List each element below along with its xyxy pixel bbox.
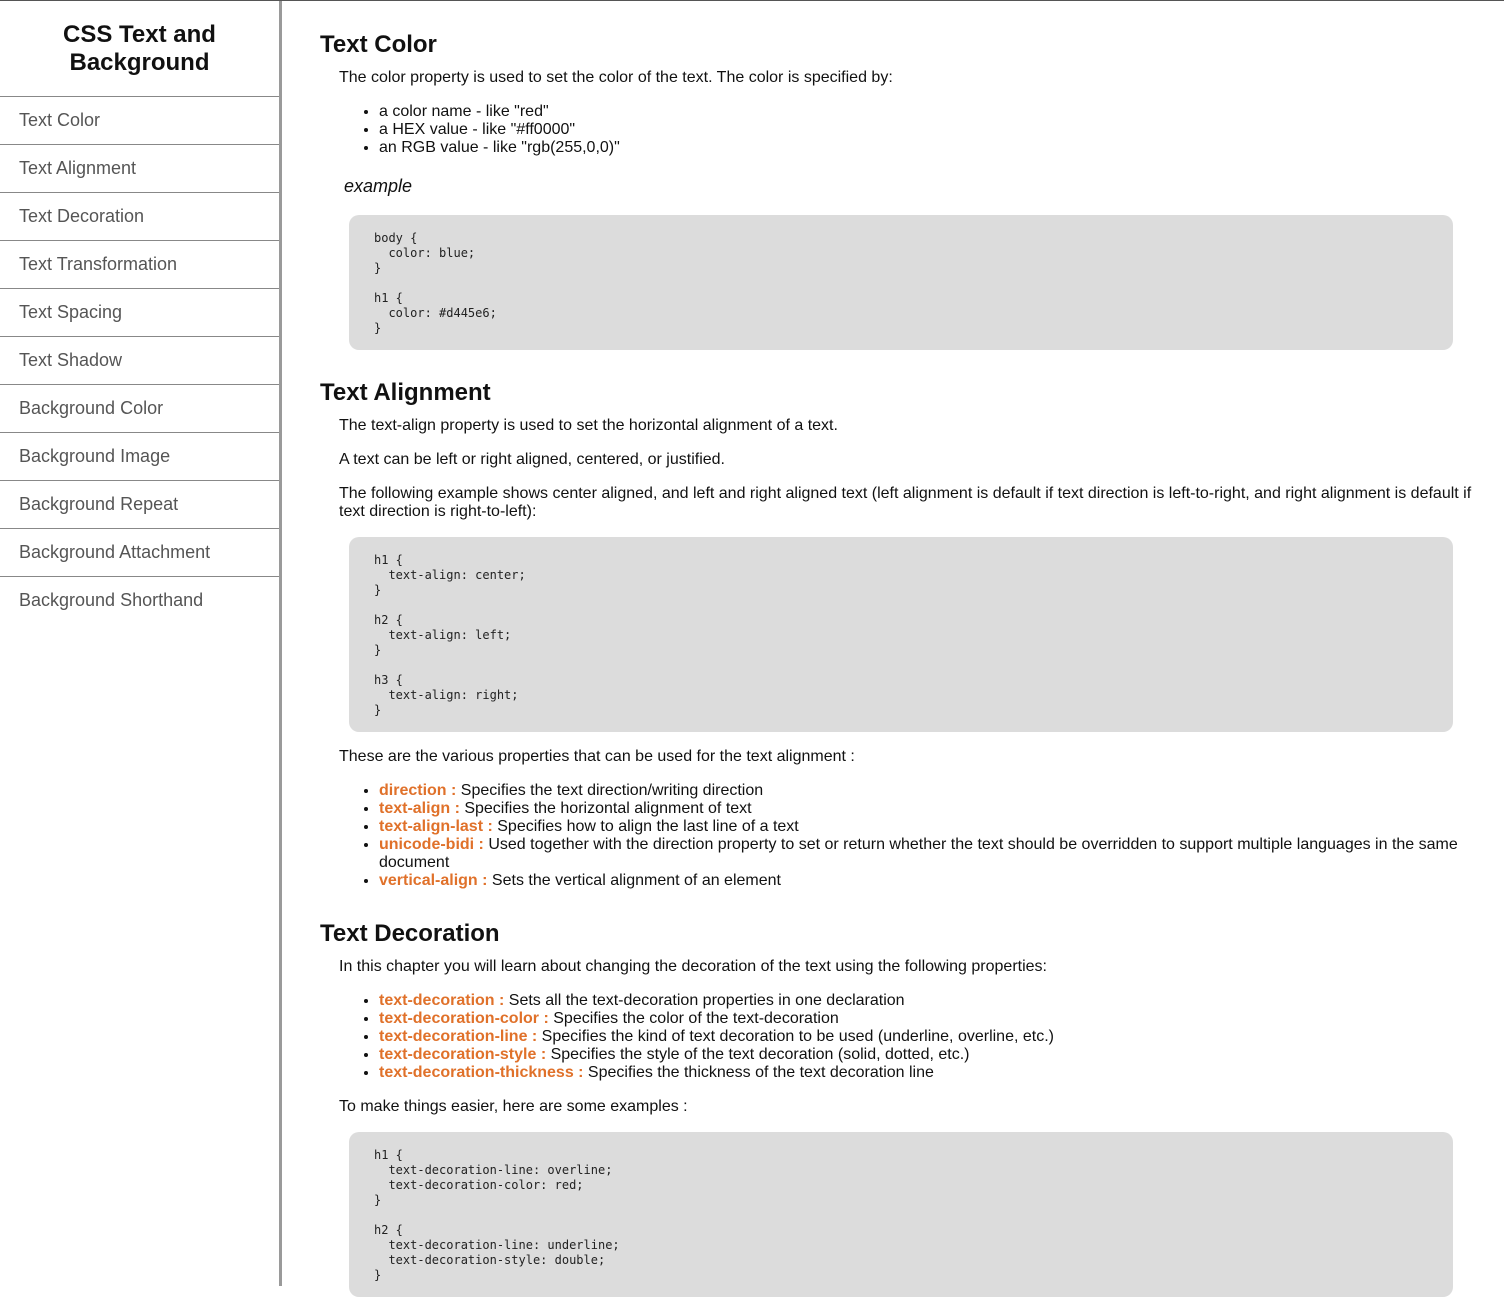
section-text-decoration: Text Decoration In this chapter you will… — [320, 920, 1472, 1297]
paragraph: The following example shows center align… — [339, 485, 1472, 520]
property-description: Specifies the text direction/writing dir… — [456, 782, 764, 799]
property-name: text-decoration : — [379, 992, 505, 1009]
sidebar-nav: Text Color Text Alignment Text Decoratio… — [0, 97, 279, 624]
paragraph: These are the various properties that ca… — [339, 748, 855, 765]
list-item: an RGB value - like "rgb(255,0,0)" — [379, 139, 1472, 157]
property-name: direction : — [379, 782, 457, 799]
sidebar-item-background-shorthand[interactable]: Background Shorthand — [0, 577, 279, 624]
sidebar-item-text-color[interactable]: Text Color — [0, 97, 279, 145]
property-name: text-decoration-color : — [379, 1010, 549, 1027]
sidebar-item-text-transformation[interactable]: Text Transformation — [0, 241, 279, 289]
list-item: text-align-last : Specifies how to align… — [379, 818, 1472, 836]
paragraph: A text can be left or right aligned, cen… — [339, 451, 725, 468]
sidebar-item-text-decoration[interactable]: Text Decoration — [0, 193, 279, 241]
sidebar-item-background-color[interactable]: Background Color — [0, 385, 279, 433]
property-name: text-decoration-style : — [379, 1046, 547, 1063]
paragraph: The text-align property is used to set t… — [339, 417, 838, 434]
bullet-list: a color name - like "red" a HEX value - … — [320, 103, 1472, 157]
list-item: direction : Specifies the text direction… — [379, 782, 1472, 800]
sidebar-item-background-repeat[interactable]: Background Repeat — [0, 481, 279, 529]
list-item: text-align : Specifies the horizontal al… — [379, 800, 1472, 818]
section-heading: Text Alignment — [320, 379, 491, 406]
code-block: h1 { text-decoration-line: overline; tex… — [349, 1132, 1453, 1297]
sidebar: CSS Text and Background Text Color Text … — [0, 1, 282, 1286]
property-name: vertical-align : — [379, 872, 488, 889]
list-item: unicode-bidi : Used together with the di… — [379, 836, 1472, 872]
paragraph: In this chapter you will learn about cha… — [339, 958, 1047, 975]
property-description: Specifies the kind of text decoration to… — [537, 1028, 1054, 1045]
sidebar-item-text-alignment[interactable]: Text Alignment — [0, 145, 279, 193]
property-name: text-align-last : — [379, 818, 493, 835]
section-heading: Text Decoration — [320, 920, 500, 947]
list-item: text-decoration : Sets all the text-deco… — [379, 992, 1472, 1010]
property-name: text-align : — [379, 800, 460, 817]
property-list: text-decoration : Sets all the text-deco… — [320, 992, 1472, 1082]
sidebar-title: CSS Text and Background — [0, 1, 279, 97]
property-description: Sets all the text-decoration properties … — [504, 992, 905, 1009]
section-text-alignment: Text Alignment The text-align property i… — [320, 379, 1472, 890]
property-name: text-decoration-line : — [379, 1028, 538, 1045]
property-name: unicode-bidi : — [379, 836, 484, 853]
code-block: h1 { text-align: center; } h2 { text-ali… — [349, 537, 1453, 732]
section-text-color: Text Color The color property is used to… — [320, 31, 1472, 350]
list-item: vertical-align : Sets the vertical align… — [379, 872, 1472, 890]
list-item: text-decoration-style : Specifies the st… — [379, 1046, 1472, 1064]
list-item: text-decoration-color : Specifies the co… — [379, 1010, 1472, 1028]
main-content: Text Color The color property is used to… — [320, 1, 1472, 1297]
list-item: text-decoration-line : Specifies the kin… — [379, 1028, 1472, 1046]
property-description: Specifies the color of the text-decorati… — [548, 1010, 839, 1027]
sidebar-item-text-shadow[interactable]: Text Shadow — [0, 337, 279, 385]
sidebar-item-background-image[interactable]: Background Image — [0, 433, 279, 481]
property-description: Used together with the direction propert… — [379, 836, 1458, 871]
list-item: a HEX value - like "#ff0000" — [379, 121, 1472, 139]
paragraph: The color property is used to set the co… — [339, 69, 893, 86]
sidebar-item-background-attachment[interactable]: Background Attachment — [0, 529, 279, 577]
list-item: text-decoration-thickness : Specifies th… — [379, 1064, 1472, 1082]
sidebar-item-text-spacing[interactable]: Text Spacing — [0, 289, 279, 337]
section-heading: Text Color — [320, 31, 437, 58]
property-description: Sets the vertical alignment of an elemen… — [487, 872, 781, 889]
code-block: body { color: blue; } h1 { color: #d445e… — [349, 215, 1453, 350]
property-name: text-decoration-thickness : — [379, 1064, 584, 1081]
paragraph: To make things easier, here are some exa… — [339, 1098, 688, 1115]
property-description: Specifies the style of the text decorati… — [546, 1046, 970, 1063]
list-item: a color name - like "red" — [379, 103, 1472, 121]
property-description: Specifies the thickness of the text deco… — [583, 1064, 934, 1081]
property-description: Specifies the horizontal alignment of te… — [459, 800, 752, 817]
property-list: direction : Specifies the text direction… — [320, 782, 1472, 890]
example-label: example — [344, 176, 413, 196]
property-description: Specifies how to align the last line of … — [492, 818, 799, 835]
